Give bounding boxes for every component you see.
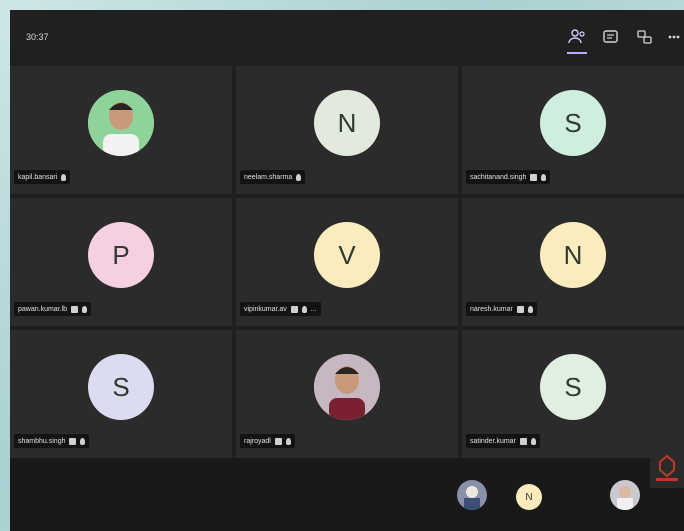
mic-muted-icon bbox=[530, 437, 536, 445]
avatar-photo-icon bbox=[457, 480, 487, 510]
participant-initial: N bbox=[563, 239, 583, 270]
video-off-icon bbox=[274, 437, 282, 445]
meeting-header: 30:37 bbox=[10, 10, 684, 66]
participant-avatar: P bbox=[88, 222, 154, 288]
participant-avatar bbox=[88, 90, 154, 156]
avatar-photo-icon bbox=[314, 354, 380, 420]
participant-name: kapil.bansari bbox=[18, 173, 58, 181]
video-off-icon bbox=[290, 305, 298, 313]
participant-avatar: V bbox=[314, 222, 380, 288]
avatar-photo-icon bbox=[610, 480, 640, 510]
more-options-button[interactable] bbox=[662, 26, 684, 48]
participant-name-tag: naresh.kumar bbox=[466, 302, 537, 316]
mic-muted-icon bbox=[285, 437, 291, 445]
participant-thumb-n[interactable]: N bbox=[516, 484, 542, 510]
participant-tile[interactable]: Ppawan.kumar.lb bbox=[10, 198, 232, 326]
breakout-rooms-button[interactable] bbox=[634, 26, 656, 48]
participant-initial: P bbox=[112, 239, 130, 270]
participant-name-tag: pawan.kumar.lb bbox=[14, 302, 92, 316]
participant-tile[interactable]: Nnaresh.kumar bbox=[462, 198, 684, 326]
participants-icon bbox=[568, 29, 585, 44]
participant-name: naresh.kumar bbox=[470, 305, 513, 313]
participant-avatar: S bbox=[88, 354, 154, 420]
participant-tile[interactable]: rajroyadl bbox=[236, 330, 458, 458]
meeting-timer: 30:37 bbox=[26, 32, 49, 42]
mic-muted-icon bbox=[61, 173, 67, 181]
meeting-window: 30:37 kapil.bansari N neelam.sharma S sa… bbox=[10, 10, 684, 531]
video-off-icon bbox=[69, 437, 77, 445]
video-off-icon bbox=[71, 305, 79, 313]
avatar-photo-icon bbox=[88, 90, 154, 156]
video-grid: kapil.bansari Nneelam.sharma Ssachitanand.… bbox=[10, 66, 684, 458]
participant-thumb-photo-2[interactable] bbox=[610, 480, 640, 510]
mic-muted-icon bbox=[296, 173, 302, 181]
participant-avatar bbox=[314, 354, 380, 420]
video-off-icon bbox=[516, 305, 524, 313]
participant-avatar: S bbox=[540, 354, 606, 420]
participants-button[interactable] bbox=[566, 26, 588, 48]
participant-name-tag: shambhu.singh bbox=[14, 434, 90, 448]
participant-initial: V bbox=[338, 239, 356, 270]
mic-muted-icon bbox=[82, 305, 88, 313]
participant-tile[interactable]: Nneelam.sharma bbox=[236, 66, 458, 194]
mic-muted-icon bbox=[301, 305, 307, 313]
participant-name: pawan.kumar.lb bbox=[18, 305, 68, 313]
chat-icon bbox=[603, 30, 618, 43]
participant-name: sachitanand.singh bbox=[470, 173, 527, 181]
chat-button[interactable] bbox=[600, 26, 622, 48]
participant-name-tag: satinder.kumar bbox=[466, 434, 540, 448]
participant-name-tag: vipinkumar.av... bbox=[240, 302, 321, 316]
participant-name-tag: neelam.sharma bbox=[240, 170, 306, 184]
participant-tile[interactable]: Ssachitanand.singh bbox=[462, 66, 684, 194]
overflow-participant-strip: N bbox=[10, 458, 684, 531]
video-off-icon bbox=[530, 173, 538, 181]
participant-avatar: S bbox=[540, 90, 606, 156]
participant-initial: S bbox=[564, 371, 582, 402]
participant-initial: S bbox=[564, 107, 582, 138]
breakout-rooms-icon bbox=[637, 30, 652, 44]
participant-initial: N bbox=[525, 491, 533, 503]
participant-name: vipinkumar.av bbox=[244, 305, 287, 313]
participant-initial: S bbox=[112, 371, 130, 402]
video-off-icon bbox=[519, 437, 527, 445]
participant-avatar: N bbox=[314, 90, 380, 156]
participant-initial: N bbox=[337, 107, 357, 138]
more-icon: ... bbox=[310, 305, 317, 313]
participant-name-tag: rajroyadl bbox=[240, 434, 295, 448]
app-logo-watermark bbox=[650, 448, 684, 488]
participant-name: shambhu.singh bbox=[18, 437, 66, 445]
mic-muted-icon bbox=[541, 173, 547, 181]
participant-name: rajroyadl bbox=[244, 437, 271, 445]
mic-muted-icon bbox=[527, 305, 533, 313]
participant-tile[interactable]: kapil.bansari bbox=[10, 66, 232, 194]
active-tab-indicator bbox=[567, 52, 587, 54]
more-options-icon bbox=[668, 35, 680, 39]
participant-tile[interactable]: Sshambhu.singh bbox=[10, 330, 232, 458]
participant-avatar: N bbox=[540, 222, 606, 288]
participant-name-tag: kapil.bansari bbox=[14, 170, 71, 184]
participant-thumb-photo-1[interactable] bbox=[457, 480, 487, 510]
participant-name: satinder.kumar bbox=[470, 437, 516, 445]
participant-tile[interactable]: Ssatinder.kumar bbox=[462, 330, 684, 458]
participant-name: neelam.sharma bbox=[244, 173, 293, 181]
mic-muted-icon bbox=[80, 437, 86, 445]
participant-tile[interactable]: Vvipinkumar.av... bbox=[236, 198, 458, 326]
participant-name-tag: sachitanand.singh bbox=[466, 170, 551, 184]
